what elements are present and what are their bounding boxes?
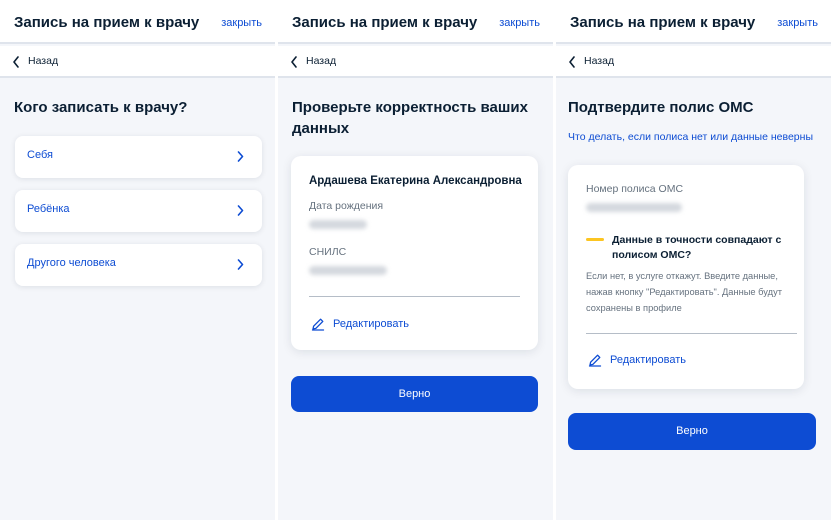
close-link[interactable]: закрыть [777, 17, 818, 29]
snils-value-blurred [309, 266, 387, 275]
warning-text: Если нет, в услуге откажут. Введите данн… [586, 271, 782, 313]
chevron-right-icon [237, 205, 244, 216]
back-label: Назад [28, 55, 59, 67]
back-link[interactable]: Назад [0, 46, 275, 78]
option-label: Ребёнка [27, 203, 70, 215]
option-child[interactable]: Ребёнка [15, 190, 262, 232]
page-header-title: Запись на прием к врачу [292, 14, 478, 31]
pencil-icon [588, 354, 602, 367]
policy-card: Номер полиса ОМС Данные в точности совпа… [568, 165, 804, 389]
page-title-line-1: Проверьте корректность ваших [292, 99, 528, 116]
close-link[interactable]: закрыть [499, 17, 540, 29]
option-label: Себя [27, 149, 53, 161]
pencil-icon [311, 318, 325, 331]
back-label: Назад [584, 55, 615, 67]
page-title: Подтвердите полис ОМС [568, 99, 754, 116]
policy-number-value-blurred [586, 203, 682, 212]
page-header-title: Запись на прием к врачу [14, 14, 200, 31]
back-link[interactable]: Назад [556, 46, 831, 78]
option-self[interactable]: Себя [15, 136, 262, 178]
person-name: Ардашева Екатерина Александровна [309, 175, 522, 187]
option-label: Другого человека [27, 257, 116, 269]
confirm-button[interactable]: Верно [568, 413, 816, 450]
chevron-right-icon [237, 259, 244, 270]
chevron-left-icon [13, 56, 19, 68]
edit-label: Редактировать [333, 318, 409, 330]
page-title-line-2: данных [292, 120, 350, 137]
chevron-left-icon [569, 56, 575, 68]
edit-button[interactable]: Редактировать [588, 353, 718, 369]
birth-date-label: Дата рождения [309, 200, 384, 212]
option-other-person[interactable]: Другого человека [15, 244, 262, 286]
close-link[interactable]: закрыть [221, 17, 262, 29]
chevron-left-icon [291, 56, 297, 68]
back-label: Назад [306, 55, 337, 67]
snils-label: СНИЛС [309, 246, 347, 258]
page-header-title: Запись на прием к врачу [570, 14, 756, 31]
help-link[interactable]: Что делать, если полиса нет или данные н… [568, 131, 813, 143]
divider [309, 296, 520, 297]
confirm-button[interactable]: Верно [291, 376, 538, 412]
screen-confirm-policy: Запись на прием к врачу закрыть Назад По… [556, 0, 831, 520]
app-header: Запись на прием к врачу закрыть [556, 0, 831, 44]
app-header: Запись на прием к врачу закрыть [0, 0, 275, 44]
app-header: Запись на прием к врачу закрыть [278, 0, 553, 44]
back-link[interactable]: Назад [278, 46, 553, 78]
birth-date-value-blurred [309, 220, 367, 229]
edit-label: Редактировать [610, 354, 686, 366]
screen-check-data: Запись на прием к врачу закрыть Назад Пр… [278, 0, 553, 520]
chevron-right-icon [237, 151, 244, 162]
personal-data-card: Ардашева Екатерина Александровна Дата ро… [291, 156, 538, 350]
page-title: Кого записать к врачу? [14, 99, 188, 116]
policy-number-label: Номер полиса ОМС [586, 183, 684, 195]
warning-marker [586, 238, 604, 241]
warning-title: Данные в точности совпадают с полисом ОМ… [612, 234, 782, 261]
edit-button[interactable]: Редактировать [311, 317, 441, 333]
divider [586, 333, 797, 334]
screen-who-to-book: Запись на прием к врачу закрыть Назад Ко… [0, 0, 275, 520]
